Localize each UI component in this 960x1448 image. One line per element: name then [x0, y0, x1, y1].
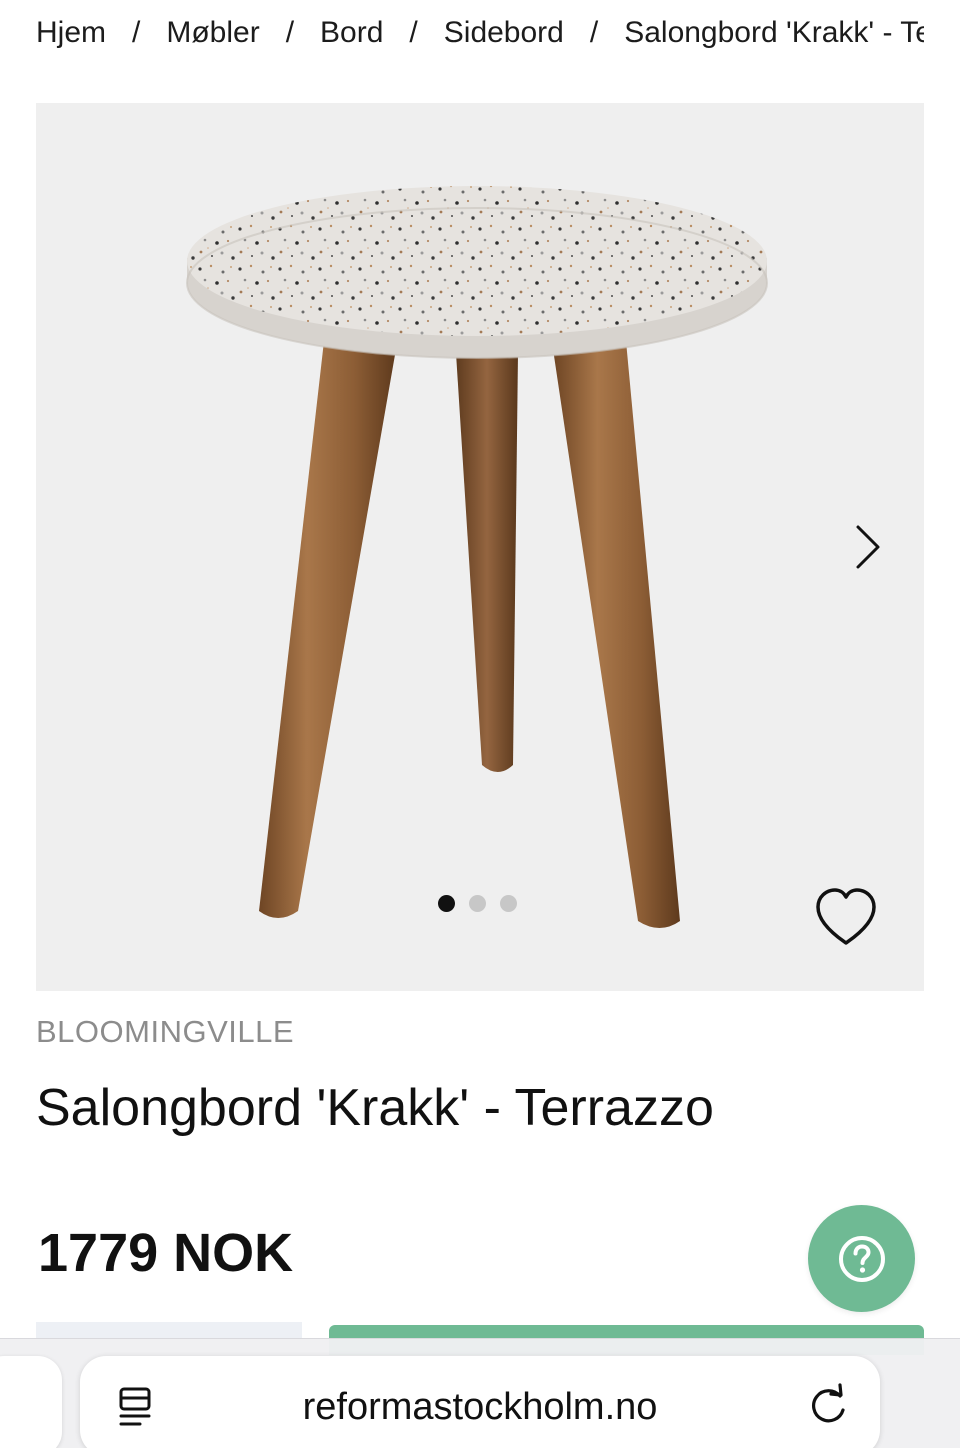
- reader-icon[interactable]: [112, 1383, 160, 1431]
- breadcrumb-separator: /: [285, 16, 295, 49]
- breadcrumb: Hjem / Møbler / Bord / Sidebord / Salong…: [36, 12, 924, 54]
- pagination-dot[interactable]: [469, 895, 486, 912]
- previous-tab-preview[interactable]: [0, 1356, 62, 1448]
- breadcrumb-separator: /: [132, 16, 141, 49]
- breadcrumb-mobler[interactable]: Møbler: [166, 16, 259, 50]
- pagination-dot[interactable]: [500, 895, 517, 912]
- url-text[interactable]: reformastockholm.no: [200, 1386, 760, 1429]
- heart-outline-icon[interactable]: [812, 885, 880, 949]
- breadcrumb-separator: /: [409, 16, 418, 49]
- chevron-right-icon[interactable]: [842, 523, 890, 571]
- pagination-dot-active[interactable]: [438, 895, 455, 912]
- product-brand[interactable]: BLOOMINGVILLE: [36, 1014, 294, 1050]
- help-button[interactable]: [808, 1205, 915, 1312]
- breadcrumb-bord[interactable]: Bord: [320, 16, 383, 50]
- reload-icon[interactable]: [804, 1382, 852, 1430]
- gallery-pagination: [438, 895, 517, 915]
- product-gallery[interactable]: [36, 103, 924, 991]
- product-page: Hjem / Møbler / Bord / Sidebord / Salong…: [0, 0, 960, 1448]
- breadcrumb-home[interactable]: Hjem: [36, 16, 106, 50]
- question-circle-icon: [838, 1235, 885, 1282]
- breadcrumb-separator: /: [589, 16, 599, 49]
- breadcrumb-sidebord[interactable]: Sidebord: [444, 16, 564, 50]
- breadcrumb-current: Salongbord 'Krakk' - Terrazzo: [624, 16, 924, 49]
- product-title: Salongbord 'Krakk' - Terrazzo: [36, 1079, 714, 1137]
- product-price: 1779 NOK: [38, 1223, 294, 1283]
- product-image: [36, 103, 924, 991]
